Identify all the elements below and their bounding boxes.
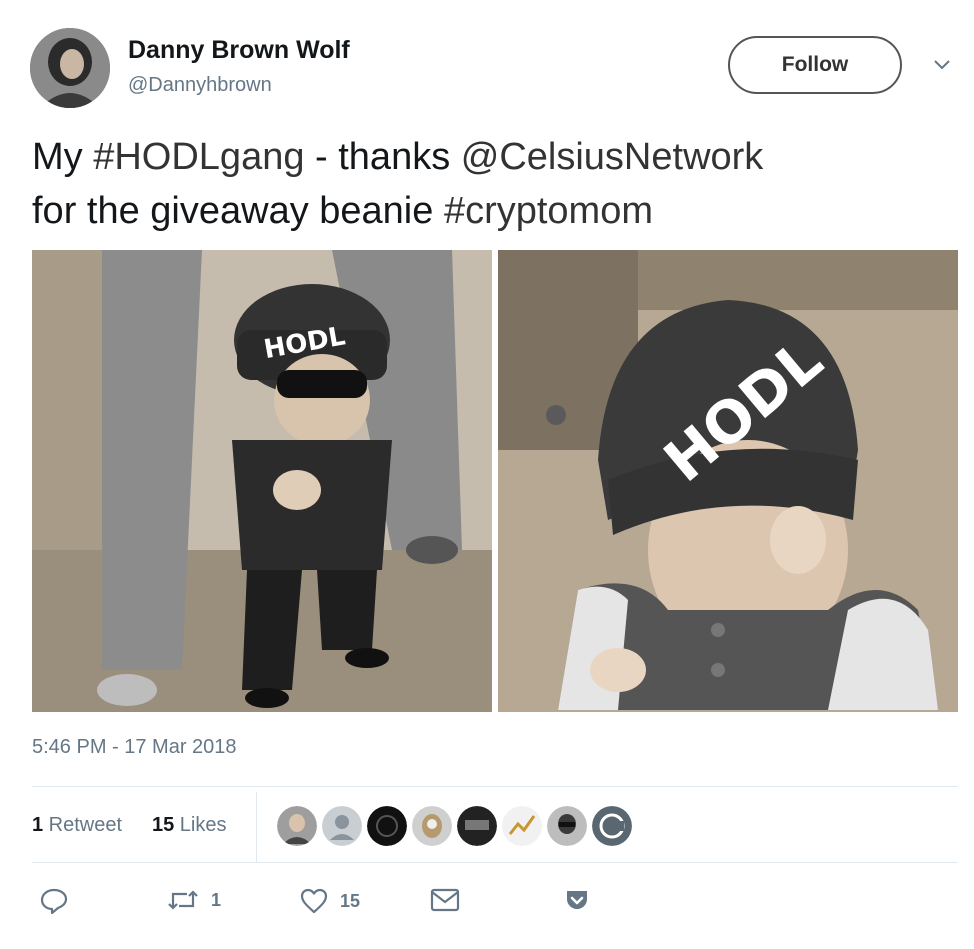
engagement-stats: 1 Retweet 15 Likes [32, 792, 958, 862]
liker-avatar-5[interactable] [457, 806, 497, 846]
like-button[interactable]: 15 [300, 888, 360, 914]
like-stat[interactable]: 15 Likes [152, 814, 227, 837]
direct-message-button[interactable] [430, 888, 460, 912]
tweet-text: My #HODLgang - thanks @CelsiusNetwork fo… [32, 130, 952, 238]
retweet-icon [167, 888, 199, 912]
chevron-down-icon[interactable] [932, 54, 952, 74]
retweet-stat[interactable]: 1 Retweet [32, 814, 122, 837]
retweet-count: 1 [211, 889, 222, 910]
author-name[interactable]: Danny Brown Wolf [128, 36, 350, 65]
tweet-text-line-1: My #HODLgang - thanks @CelsiusNetwork [32, 136, 764, 178]
tweet-header: Danny Brown Wolf @Dannyhbrown Follow [30, 28, 960, 110]
reply-icon [40, 888, 68, 914]
liker-avatar-1[interactable] [277, 806, 317, 846]
photo-left[interactable]: HODL [32, 250, 492, 712]
liker-avatars [277, 806, 632, 846]
reply-button[interactable] [40, 888, 68, 914]
mention-celsiusnetwork[interactable]: @CelsiusNetwork [461, 136, 764, 178]
liker-avatar-4[interactable] [412, 806, 452, 846]
tweet-media: HODL HODL [32, 250, 958, 712]
liker-avatar-8[interactable] [592, 806, 632, 846]
divider-top [32, 786, 958, 787]
retweet-button[interactable]: 1 [167, 888, 221, 912]
stats-separator [256, 792, 257, 862]
tweet-timestamp[interactable]: 5:46 PM - 17 Mar 2018 [32, 736, 237, 759]
liker-avatar-7[interactable] [547, 806, 587, 846]
pocket-button[interactable] [564, 888, 590, 912]
liker-avatar-3[interactable] [367, 806, 407, 846]
tweet-text-line-2: for the giveaway beanie #cryptomom [32, 190, 653, 232]
envelope-icon [430, 888, 460, 912]
follow-button[interactable]: Follow [728, 36, 902, 94]
author-handle[interactable]: @Dannyhbrown [128, 74, 272, 97]
photo-right[interactable]: HODL [498, 250, 958, 712]
heart-icon [300, 888, 328, 914]
divider-bottom [32, 862, 958, 863]
hashtag-hodlgang[interactable]: #HODLgang [93, 136, 304, 178]
author-avatar[interactable] [30, 28, 110, 108]
pocket-icon [564, 888, 590, 912]
tweet-actions: 1 15 [32, 880, 958, 924]
liker-avatar-6[interactable] [502, 806, 542, 846]
liker-avatar-2[interactable] [322, 806, 362, 846]
like-count: 15 [340, 890, 361, 911]
hashtag-cryptomom[interactable]: #cryptomom [444, 190, 653, 232]
